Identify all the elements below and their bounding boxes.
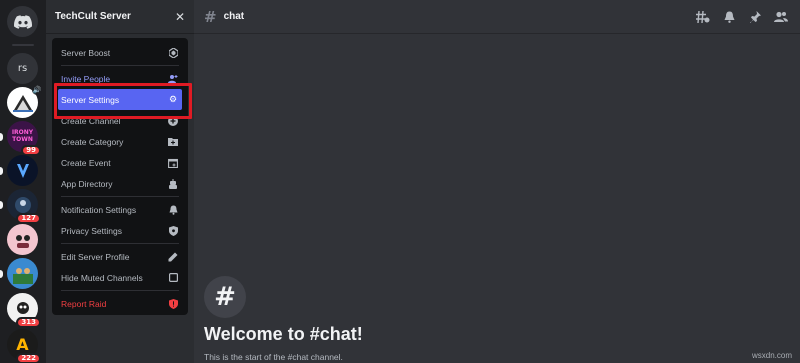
unread-indicator [0, 201, 3, 209]
server-icon-dark[interactable]: 127 [0, 189, 41, 224]
discord-logo-icon [7, 6, 38, 37]
server-avatar [7, 224, 38, 255]
menu-item-create-event[interactable]: Create Event [58, 152, 182, 173]
speaker-icon: 🔊 [32, 85, 42, 95]
server-icon-a[interactable]: A 222 [7, 329, 41, 363]
home-button[interactable] [7, 6, 38, 37]
menu-item-server-settings[interactable]: Server Settings ⚙ [58, 89, 182, 110]
header-toolbar [696, 10, 788, 24]
folder-plus-icon [168, 137, 178, 147]
menu-item-label: App Directory [61, 178, 113, 189]
server-initials: rs [7, 53, 38, 84]
menu-item-label: Privacy Settings [61, 225, 122, 236]
unread-indicator [0, 167, 3, 175]
welcome-subtitle: This is the start of the #chat channel. [204, 352, 343, 362]
menu-item-label: Create Category [61, 136, 124, 147]
server-icon-voice[interactable]: 🔊 [7, 85, 42, 118]
checkbox-icon[interactable] [168, 273, 178, 283]
unread-indicator [0, 270, 3, 278]
channel-name: chat [223, 11, 245, 22]
menu-item-app-directory[interactable]: App Directory [58, 173, 182, 194]
menu-item-label: Edit Server Profile [61, 251, 130, 262]
server-dropdown-menu: Server Boost Invite People Server Settin… [52, 38, 188, 315]
server-name: TechCult Server [55, 11, 131, 22]
add-person-icon [168, 74, 178, 84]
menu-item-create-category[interactable]: Create Category [58, 131, 182, 152]
menu-item-server-boost[interactable]: Server Boost [58, 42, 182, 63]
menu-item-privacy-settings[interactable]: Privacy Settings [58, 220, 182, 241]
menu-item-label: Create Event [61, 157, 111, 168]
menu-item-edit-server-profile[interactable]: Edit Server Profile [58, 246, 182, 267]
menu-item-label: Notification Settings [61, 204, 137, 215]
calendar-plus-icon [168, 158, 178, 168]
plus-circle-icon [168, 115, 178, 126]
rail-divider [12, 44, 34, 46]
menu-item-label: Hide Muted Channels [61, 272, 143, 283]
menu-divider [61, 65, 179, 66]
menu-item-label: Server Boost [61, 47, 111, 58]
boost-icon [168, 47, 178, 58]
bell-icon [168, 205, 178, 215]
menu-item-invite-people[interactable]: Invite People [58, 68, 182, 89]
menu-divider [61, 243, 179, 244]
mention-badge: 222 [16, 353, 41, 363]
shield-alert-icon [168, 298, 178, 309]
welcome-title: Welcome to #chat! [204, 324, 363, 344]
close-icon[interactable]: ✕ [175, 10, 185, 24]
watermark: wsxdn.com [751, 351, 792, 360]
shield-icon [168, 225, 178, 236]
menu-item-label: Report Raid [61, 298, 107, 309]
menu-divider [61, 196, 179, 197]
pin-icon[interactable] [748, 10, 762, 24]
menu-item-hide-muted-channels[interactable]: Hide Muted Channels [58, 267, 182, 288]
gear-icon: ⚙ [168, 94, 178, 104]
server-icon-game[interactable] [0, 258, 38, 289]
server-rail: rs 🔊 IRONY TOWN 99 127 313 A 222 [0, 0, 46, 363]
server-header[interactable]: TechCult Server ✕ [46, 0, 194, 34]
menu-divider [61, 290, 179, 291]
unread-indicator [0, 133, 3, 141]
mention-badge: 313 [16, 317, 41, 328]
members-icon[interactable] [774, 10, 788, 24]
server-icon-rs[interactable]: rs [7, 53, 38, 84]
channel-header: # chat [194, 0, 800, 34]
menu-item-create-channel[interactable]: Create Channel [58, 110, 182, 131]
server-icon-pink[interactable] [7, 224, 38, 255]
channel-hash-icon: # [204, 7, 217, 26]
server-icon-irony[interactable]: IRONY TOWN 99 [0, 121, 41, 156]
server-avatar [7, 258, 38, 289]
menu-item-report-raid[interactable]: Report Raid [58, 293, 182, 314]
threads-icon[interactable] [696, 10, 710, 24]
mention-badge: 127 [16, 213, 41, 224]
bell-icon[interactable] [722, 10, 736, 24]
menu-item-label: Create Channel [61, 115, 121, 126]
robot-icon [168, 178, 178, 189]
server-avatar [7, 155, 38, 186]
menu-item-label: Server Settings [61, 94, 120, 105]
channel-hash-avatar: # [204, 276, 246, 318]
pencil-icon [168, 252, 178, 262]
server-icon-shield[interactable] [0, 155, 38, 186]
menu-item-notification-settings[interactable]: Notification Settings [58, 199, 182, 220]
menu-item-label: Invite People [61, 73, 111, 84]
server-icon-skull[interactable]: 313 [7, 293, 41, 328]
